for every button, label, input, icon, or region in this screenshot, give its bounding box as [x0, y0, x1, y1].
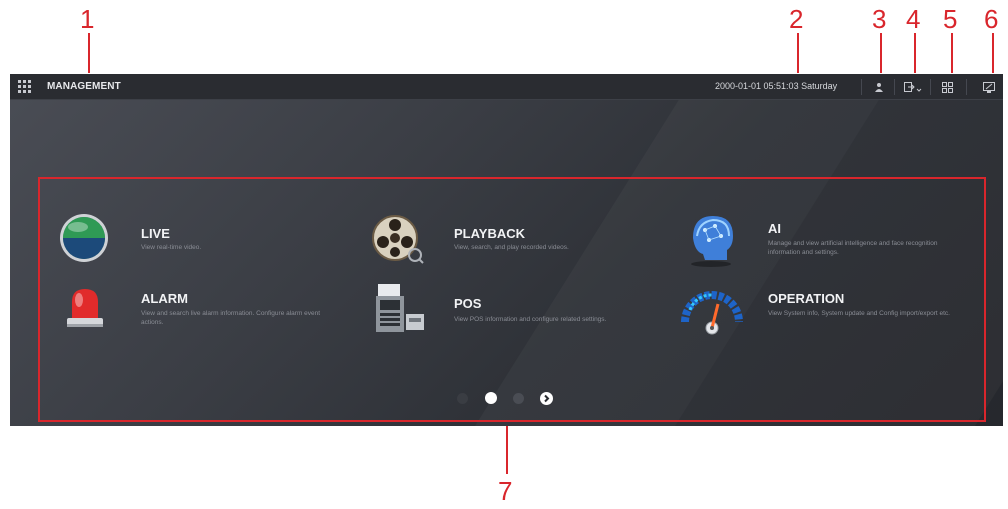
callout-6-line: [992, 33, 994, 73]
callout-2: 2: [789, 4, 804, 34]
callout-2-line: [797, 33, 799, 73]
callout-4-line: [914, 33, 916, 73]
callout-1-line: [88, 33, 90, 73]
layout-icon[interactable]: [940, 80, 954, 94]
callout-5: 5: [943, 4, 958, 34]
top-bar: MANAGEMENT 2000-01-01 05:51:03 Saturday: [10, 74, 1003, 100]
page-title: MANAGEMENT: [47, 81, 121, 92]
grid-menu-icon[interactable]: [18, 80, 31, 93]
callout-1: 1: [80, 4, 95, 34]
display-icon[interactable]: [982, 80, 996, 94]
callout-7: 7: [498, 476, 513, 506]
content-highlight-frame: [38, 177, 986, 422]
logout-icon[interactable]: [903, 80, 923, 94]
callout-7-line: [506, 424, 508, 474]
callout-3-line: [880, 33, 882, 73]
separator: [894, 79, 895, 95]
callout-3: 3: [872, 4, 887, 34]
separator: [930, 79, 931, 95]
callout-6: 6: [984, 4, 999, 34]
page: 1 2 3 4 5 6 7 MANAGEMENT 2000-01-01 05:5…: [0, 0, 1008, 509]
separator: [966, 79, 967, 95]
callout-4: 4: [906, 4, 921, 34]
separator: [861, 79, 862, 95]
system-datetime: 2000-01-01 05:51:03 Saturday: [715, 81, 838, 91]
user-icon[interactable]: [872, 80, 886, 94]
callout-5-line: [951, 33, 953, 73]
